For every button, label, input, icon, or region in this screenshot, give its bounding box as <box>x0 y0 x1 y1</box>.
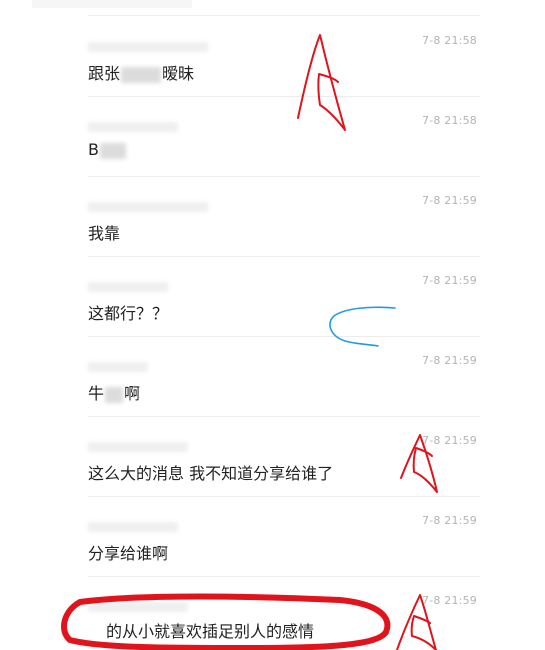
comment-text-part: 跟张 <box>88 64 121 83</box>
blurred-username <box>88 362 148 372</box>
comment-timestamp: 7-8 21:59 <box>422 594 477 607</box>
comment-timestamp: 7-8 21:59 <box>422 434 477 447</box>
comment-list-screen: 7-8 21:58 跟张 暧昧 7-8 21:58 B 7-8 21:59 我靠 … <box>0 0 545 650</box>
comment-text: 牛啊 <box>88 380 140 404</box>
blurred-username <box>88 122 178 132</box>
comment-text: 的从小就喜欢插足别人的感情 <box>106 622 315 641</box>
blurred-username <box>88 202 208 212</box>
comment-row[interactable]: 7-8 21:58 B <box>88 96 480 177</box>
comment-row[interactable]: 7-8 21:59 这都行？？ <box>88 256 480 337</box>
comment-row[interactable]: 7-8 21:59 分享给谁啊 <box>88 496 480 577</box>
comment-row[interactable]: 7-8 21:59 的从小就喜欢插足别人的感情 <box>88 576 480 650</box>
redacted-text <box>105 386 124 403</box>
comment-text: 这都行？？ <box>88 304 169 323</box>
comment-timestamp: 7-8 21:58 <box>422 34 477 47</box>
blurred-username <box>88 602 188 612</box>
blurred-username <box>88 42 208 52</box>
comment-timestamp: 7-8 21:58 <box>422 114 477 127</box>
comment-row[interactable]: 7-8 21:59 牛啊 <box>88 336 480 417</box>
top-blur-bar <box>32 0 192 8</box>
blurred-username <box>88 522 178 532</box>
comment-row[interactable]: 7-8 21:58 跟张 暧昧 <box>88 16 480 97</box>
comment-text-part: 牛 <box>88 384 105 403</box>
comment-text-part: 暧昧 <box>162 64 195 83</box>
comment-text: 我靠 <box>88 224 121 243</box>
redacted-name <box>121 66 162 83</box>
comment-text: 跟张 暧昧 <box>88 60 194 84</box>
comment-text: 分享给谁啊 <box>88 544 169 563</box>
comment-text: 这么大的消息 我不知道分享给谁了 <box>88 464 334 483</box>
blurred-username <box>88 442 188 452</box>
comment-timestamp: 7-8 21:59 <box>422 194 477 207</box>
comment-text: B <box>88 140 127 159</box>
redacted-text <box>99 142 126 159</box>
comment-timestamp: 7-8 21:59 <box>422 514 477 527</box>
comment-timestamp: 7-8 21:59 <box>422 274 477 287</box>
blurred-username <box>88 282 168 292</box>
comment-text-part: B <box>88 140 99 159</box>
comment-text-part: 啊 <box>124 384 141 403</box>
comment-timestamp: 7-8 21:59 <box>422 354 477 367</box>
comment-row[interactable]: 7-8 21:59 我靠 <box>88 176 480 257</box>
comment-row[interactable]: 7-8 21:59 这么大的消息 我不知道分享给谁了 <box>88 416 480 497</box>
